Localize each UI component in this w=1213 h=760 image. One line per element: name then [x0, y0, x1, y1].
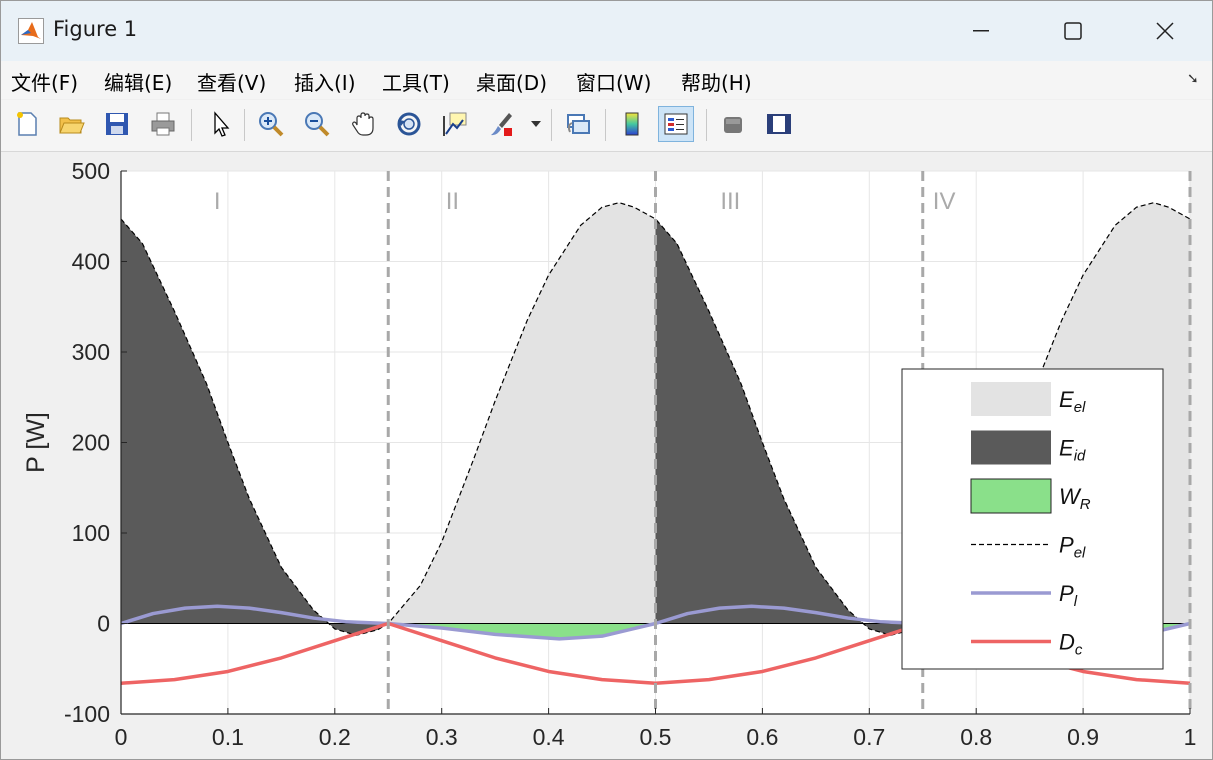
open-file-button[interactable]: [53, 106, 89, 142]
show-plot-tools-icon: [767, 114, 791, 134]
save-icon: [106, 113, 128, 135]
minimize-icon: [973, 30, 989, 32]
x-tick-label: 0: [115, 724, 128, 750]
menu-dock-icon[interactable]: ➘: [1187, 71, 1199, 87]
figure-window: Figure 1 文件(F) 编辑(E) 查看(V) 插入(I) 工具(T) 桌…: [0, 0, 1213, 760]
x-tick-label: 0.4: [533, 724, 565, 750]
menu-window[interactable]: 窗口(W): [576, 67, 651, 96]
x-tick-label: 0.6: [746, 724, 778, 750]
toolbar-separator: [191, 109, 192, 141]
matlab-icon: [18, 18, 44, 44]
maximize-icon: [1064, 22, 1082, 40]
y-axis-label: P [W]: [22, 412, 50, 473]
chevron-down-icon: [531, 121, 541, 127]
figure-canvas: I II III IV 0 0.1 0.2 0.3 0.4 0.5 0.6 0.7 0.8 0.9 1 -1…: [1, 152, 1212, 759]
colorbar-button[interactable]: [614, 106, 650, 142]
x-tick-label: 0.5: [640, 724, 672, 750]
legend-swatch: [971, 382, 1051, 416]
zoom-out-icon: [305, 112, 330, 137]
save-button[interactable]: [99, 106, 135, 142]
zoom-in-button[interactable]: [253, 106, 289, 142]
show-plot-tools-button[interactable]: [761, 106, 797, 142]
zoom-in-icon: [259, 112, 284, 137]
rotate-3d-icon: [397, 112, 421, 136]
x-tick-label: 0.9: [1067, 724, 1099, 750]
hide-plot-tools-icon: [724, 117, 742, 133]
data-cursor-button[interactable]: [437, 106, 473, 142]
new-figure-icon: [17, 112, 37, 136]
x-tick-label: 0.8: [960, 724, 992, 750]
menu-bar: 文件(F) 编辑(E) 查看(V) 插入(I) 工具(T) 桌面(D) 窗口(W…: [1, 61, 1212, 99]
menu-insert[interactable]: 插入(I): [294, 67, 356, 96]
edit-plot-icon: [214, 111, 230, 137]
zoom-out-button[interactable]: [299, 106, 335, 142]
toolbar-separator: [551, 109, 552, 141]
print-button[interactable]: [145, 106, 181, 142]
legend-swatch: [971, 430, 1051, 465]
y-tick-label: 200: [72, 430, 110, 456]
open-file-icon: [59, 117, 85, 134]
data-cursor-icon: [443, 112, 467, 136]
colorbar-icon: [625, 112, 639, 136]
menu-help[interactable]: 帮助(H): [681, 67, 752, 96]
legend[interactable]: EelEidWRPelPlDc: [901, 368, 1164, 670]
y-tick-label: 0: [97, 611, 110, 637]
minimize-button[interactable]: [935, 1, 1027, 61]
brush-button[interactable]: [483, 106, 519, 142]
y-tick-label: -100: [64, 701, 110, 727]
menu-file[interactable]: 文件(F): [11, 67, 78, 96]
close-icon: [1156, 22, 1174, 40]
y-axis-label-group: P [W]: [22, 412, 50, 473]
print-icon: [151, 112, 175, 136]
x-tick-label: 0.1: [212, 724, 244, 750]
x-tick-label: 0.2: [319, 724, 351, 750]
chart-svg[interactable]: I II III IV 0 0.1 0.2 0.3 0.4 0.5 0.6 0.7 0.8 0.9 1-1…: [1, 152, 1212, 759]
title-bar: Figure 1: [1, 1, 1212, 61]
maximize-button[interactable]: [1027, 1, 1119, 61]
region-label: I: [214, 188, 221, 215]
toolbar-separator: [605, 109, 606, 141]
region-label: II: [446, 188, 459, 215]
legend-swatch: [970, 478, 1052, 514]
menu-view[interactable]: 查看(V): [197, 67, 266, 96]
x-tick-label: 0.7: [853, 724, 885, 750]
menu-tools[interactable]: 工具(T): [382, 67, 450, 96]
region-label: III: [720, 188, 740, 215]
toolbar-separator: [244, 109, 245, 141]
new-figure-button[interactable]: [9, 106, 45, 142]
menu-edit[interactable]: 编辑(E): [104, 67, 172, 96]
link-plot-button[interactable]: [560, 106, 596, 142]
region-label: IV: [933, 188, 956, 215]
close-button[interactable]: [1119, 1, 1211, 61]
y-tick-label: 100: [72, 520, 110, 546]
rotate-3d-button[interactable]: [391, 106, 427, 142]
legend-icon: [664, 113, 688, 135]
brush-dropdown-button[interactable]: [528, 106, 544, 142]
figure-toolbar: [1, 100, 1212, 152]
x-tick-label: 0.3: [426, 724, 458, 750]
pan-icon: [352, 112, 374, 136]
window-title: Figure 1: [53, 17, 138, 41]
edit-plot-button[interactable]: [202, 106, 238, 142]
hide-plot-tools-button[interactable]: [715, 106, 751, 142]
toolbar-separator: [706, 109, 707, 141]
x-tick-label: 1: [1184, 724, 1197, 750]
brush-icon: [491, 113, 512, 136]
legend-button[interactable]: [658, 106, 694, 142]
pan-button[interactable]: [345, 106, 381, 142]
menu-desktop[interactable]: 桌面(D): [476, 67, 547, 96]
y-tick-label: 300: [72, 339, 110, 365]
y-tick-label: 500: [72, 158, 110, 184]
y-tick-label: 400: [72, 249, 110, 275]
link-plot-icon: [567, 114, 590, 134]
